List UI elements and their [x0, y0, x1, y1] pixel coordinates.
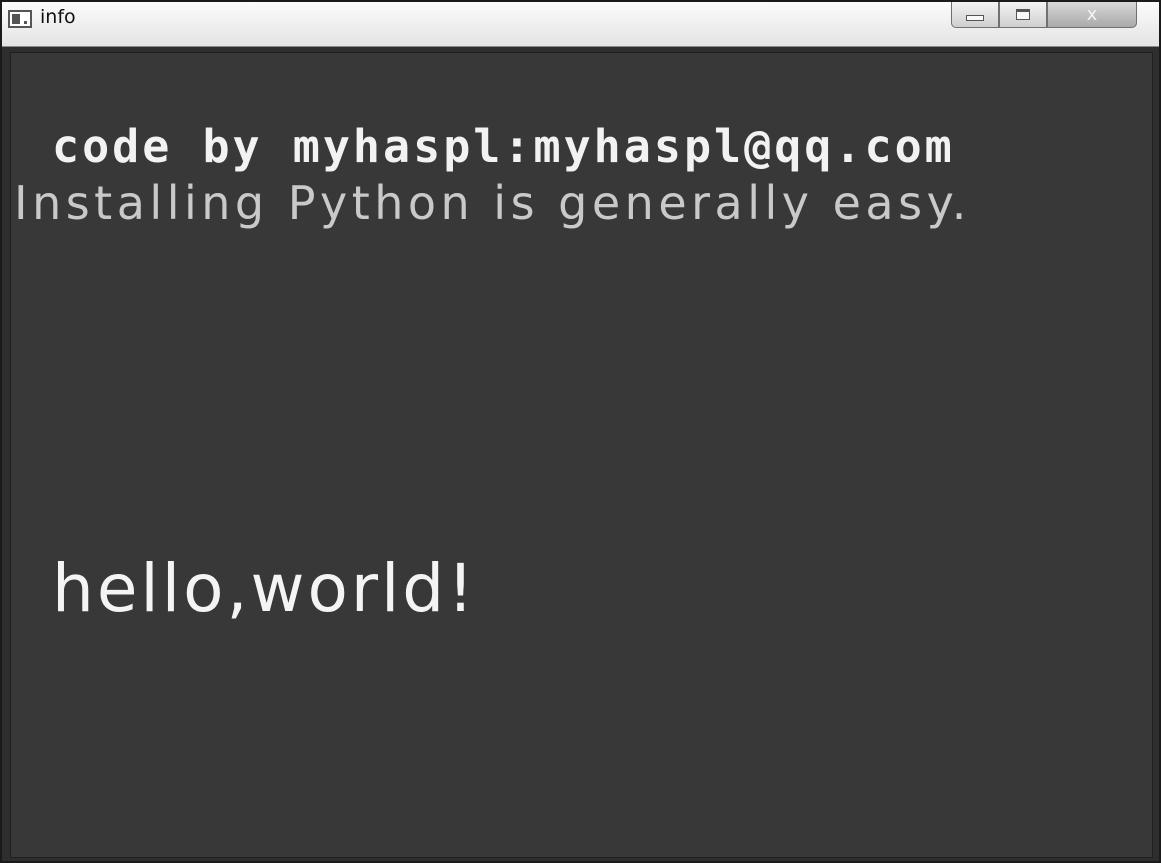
minimize-button[interactable] — [951, 2, 999, 28]
maximize-icon — [1016, 9, 1030, 20]
maximize-button[interactable] — [999, 2, 1047, 28]
minimize-icon — [966, 14, 984, 21]
credit-text: code by myhaspl:myhaspl@qq.com — [52, 120, 955, 173]
title-bar[interactable]: info x — [2, 2, 1159, 47]
close-button[interactable]: x — [1047, 2, 1137, 28]
close-icon: x — [1086, 4, 1098, 25]
app-icon[interactable] — [8, 10, 32, 28]
window-title: info — [40, 6, 76, 28]
caption-buttons: x — [951, 2, 1137, 28]
info-text: Installing Python is generally easy. — [14, 176, 971, 230]
hello-text: hello,world! — [52, 550, 477, 627]
app-window: info x code by myhaspl:myhaspl@qq.com In… — [0, 0, 1161, 863]
